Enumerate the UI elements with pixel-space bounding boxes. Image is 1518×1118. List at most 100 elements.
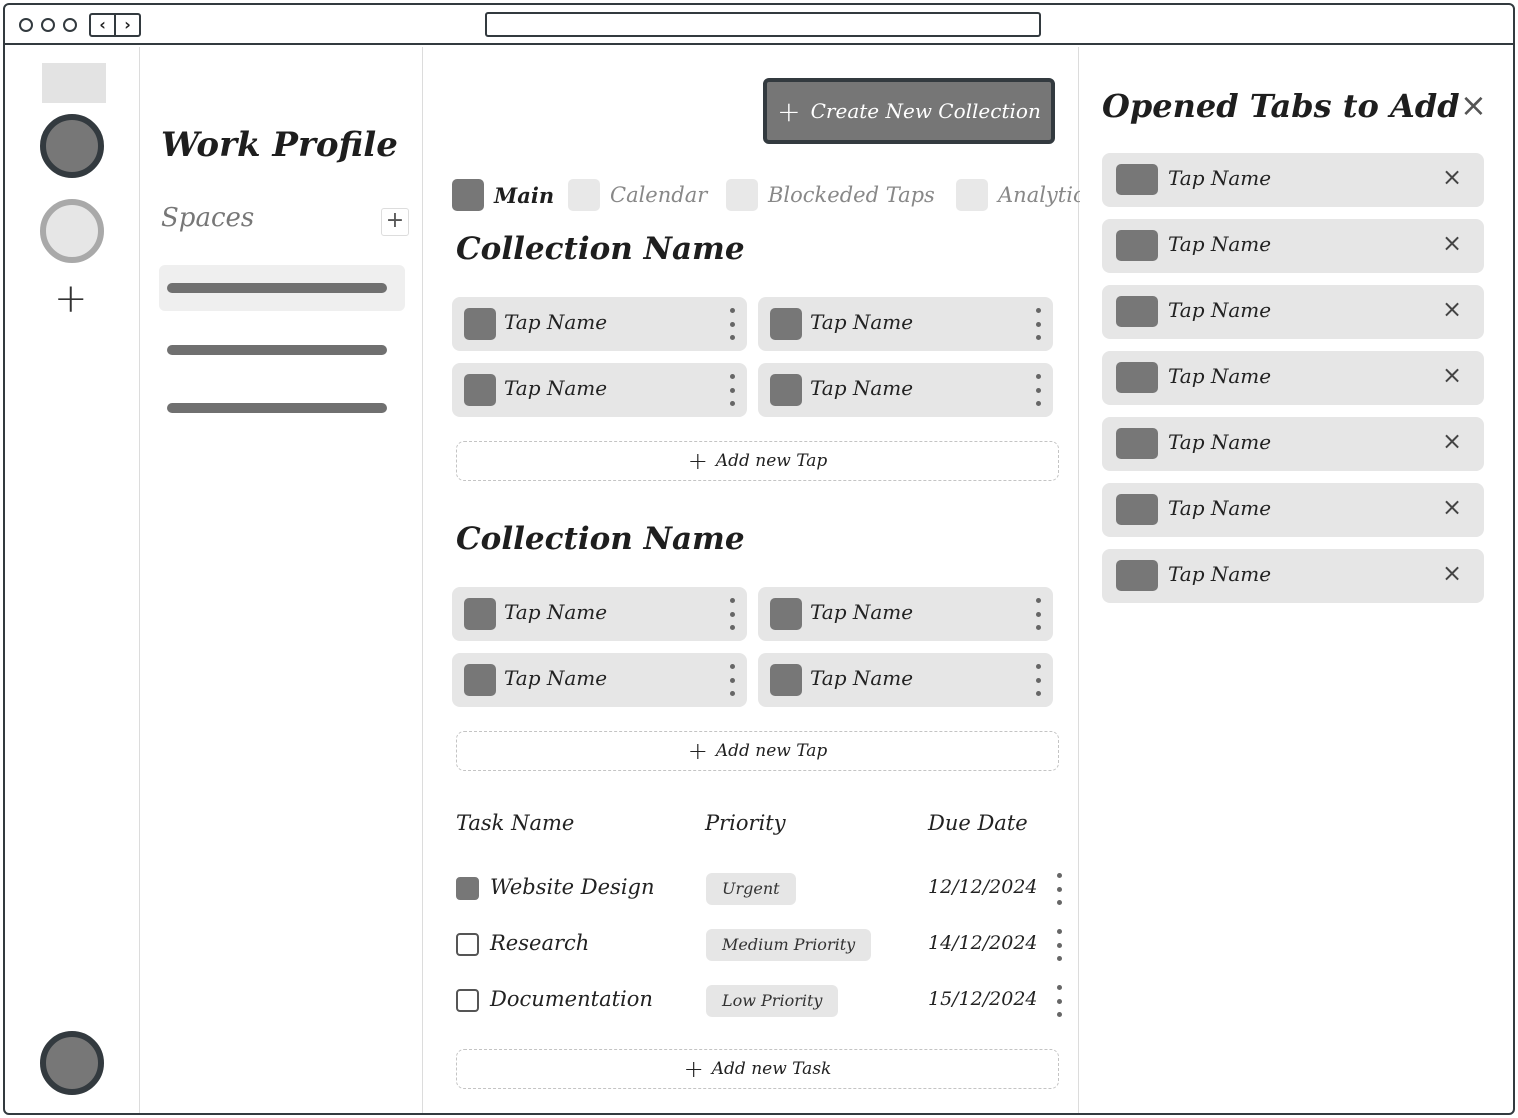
tap-card[interactable]: Tap Name (758, 653, 1053, 707)
opened-tab-item[interactable]: Tap Name × (1102, 417, 1484, 471)
more-options-icon[interactable] (1035, 308, 1041, 340)
remove-tab-icon[interactable]: × (1442, 231, 1462, 255)
user-avatar[interactable] (40, 1031, 104, 1095)
tap-favicon-icon (464, 664, 496, 696)
add-task-button[interactable]: + Add new Task (456, 1049, 1059, 1089)
opened-tab-label: Tap Name (1168, 364, 1272, 388)
close-icon[interactable]: × (1460, 89, 1487, 121)
add-space-button[interactable]: + (381, 208, 409, 236)
due-date: 12/12/2024 (928, 876, 1038, 898)
task-checkbox[interactable] (456, 933, 479, 956)
more-options-icon[interactable] (729, 664, 735, 696)
profile-avatar[interactable] (40, 199, 104, 263)
more-options-icon[interactable] (1035, 664, 1041, 696)
create-collection-label: Create New Collection (810, 99, 1041, 123)
task-checkbox[interactable] (456, 989, 479, 1012)
browser-window: ‹ › + Work Profile Spaces + + Create New… (3, 3, 1515, 1115)
due-date: 14/12/2024 (928, 932, 1038, 954)
more-options-icon[interactable] (1035, 374, 1041, 406)
tap-favicon-icon (770, 664, 802, 696)
url-bar[interactable] (485, 12, 1041, 37)
opened-tab-label: Tap Name (1168, 166, 1272, 190)
more-options-icon[interactable] (1056, 873, 1062, 905)
tab-calendar[interactable]: Calendar (568, 177, 707, 213)
opened-tab-label: Tap Name (1168, 562, 1272, 586)
task-row: Documentation Low Priority 15/12/2024 (456, 984, 1076, 1018)
tap-card[interactable]: Tap Name (452, 363, 747, 417)
remove-tab-icon[interactable]: × (1442, 363, 1462, 387)
plus-icon: + (683, 1055, 704, 1083)
tap-favicon-icon (464, 374, 496, 406)
more-options-icon[interactable] (1035, 598, 1041, 630)
window-maximize-dot[interactable] (63, 18, 77, 32)
tab-favicon-icon (1116, 428, 1158, 459)
task-row: Website Design Urgent 12/12/2024 (456, 872, 1076, 906)
add-profile-icon[interactable]: + (54, 279, 88, 319)
more-options-icon[interactable] (729, 374, 735, 406)
opened-tab-item[interactable]: Tap Name × (1102, 351, 1484, 405)
create-collection-button[interactable]: + Create New Collection (763, 78, 1055, 144)
tap-label: Tap Name (504, 666, 608, 690)
more-options-icon[interactable] (729, 598, 735, 630)
space-item-active[interactable] (159, 265, 405, 311)
tap-label: Tap Name (504, 600, 608, 624)
tab-favicon-icon (1116, 164, 1158, 195)
tab-blocked-taps[interactable]: Blockeded Taps (726, 177, 935, 213)
tap-card[interactable]: Tap Name (452, 297, 747, 351)
opened-tab-label: Tap Name (1168, 430, 1272, 454)
tab-favicon-icon (1116, 230, 1158, 261)
task-name: Research (490, 931, 590, 955)
opened-tab-item[interactable]: Tap Name × (1102, 549, 1484, 603)
more-options-icon[interactable] (729, 308, 735, 340)
plus-icon: + (687, 737, 708, 765)
opened-tab-item[interactable]: Tap Name × (1102, 483, 1484, 537)
app-logo (42, 63, 106, 103)
opened-tab-label: Tap Name (1168, 298, 1272, 322)
task-name: Website Design (490, 875, 655, 899)
remove-tab-icon[interactable]: × (1442, 561, 1462, 585)
remove-tab-icon[interactable]: × (1442, 165, 1462, 189)
tap-label: Tap Name (810, 600, 914, 624)
tap-favicon-icon (770, 308, 802, 340)
window-minimize-dot[interactable] (41, 18, 55, 32)
space-item-placeholder (167, 403, 387, 413)
tab-label: Main (494, 182, 555, 208)
tap-card[interactable]: Tap Name (452, 587, 747, 641)
opened-tab-item[interactable]: Tap Name × (1102, 219, 1484, 273)
add-tap-button[interactable]: + Add new Tap (456, 731, 1059, 771)
tab-analytics[interactable]: Analytics (956, 177, 1080, 213)
opened-tab-item[interactable]: Tap Name × (1102, 153, 1484, 207)
forward-icon[interactable]: › (114, 15, 139, 35)
task-name: Documentation (490, 987, 653, 1011)
back-icon[interactable]: ‹ (91, 15, 114, 35)
tab-main[interactable]: Main (452, 177, 554, 213)
tab-favicon-icon (1116, 560, 1158, 591)
tap-card[interactable]: Tap Name (758, 297, 1053, 351)
nav-buttons: ‹ › (89, 13, 141, 37)
opened-tab-item[interactable]: Tap Name × (1102, 285, 1484, 339)
window-close-dot[interactable] (19, 18, 33, 32)
remove-tab-icon[interactable]: × (1442, 429, 1462, 453)
more-options-icon[interactable] (1056, 985, 1062, 1017)
remove-tab-icon[interactable]: × (1442, 297, 1462, 321)
task-row: Research Medium Priority 14/12/2024 (456, 928, 1076, 962)
profile-avatar-active[interactable] (40, 114, 104, 178)
space-item[interactable] (159, 327, 405, 373)
space-item[interactable] (159, 385, 405, 431)
tap-favicon-icon (770, 374, 802, 406)
remove-tab-icon[interactable]: × (1442, 495, 1462, 519)
task-checkbox[interactable] (456, 877, 479, 900)
add-tap-button[interactable]: + Add new Tap (456, 441, 1059, 481)
add-task-label: Add new Task (711, 1059, 832, 1079)
tap-card[interactable]: Tap Name (758, 587, 1053, 641)
tap-card[interactable]: Tap Name (452, 653, 747, 707)
add-tap-label: Add new Tap (715, 451, 828, 471)
tab-favicon-icon (1116, 362, 1158, 393)
task-name-header: Task Name (456, 811, 575, 835)
tap-card[interactable]: Tap Name (758, 363, 1053, 417)
tap-favicon-icon (464, 598, 496, 630)
tab-icon (568, 179, 600, 211)
tap-label: Tap Name (504, 376, 608, 400)
space-item-placeholder (167, 345, 387, 355)
more-options-icon[interactable] (1056, 929, 1062, 961)
